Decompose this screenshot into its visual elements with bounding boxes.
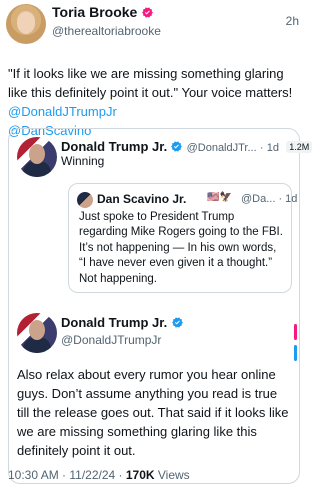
quoted-tweet-text: Also relax about every rumor you hear on…	[17, 367, 289, 458]
avatar[interactable]	[6, 4, 46, 44]
tweet-time[interactable]: 2h	[286, 14, 299, 28]
timestamp[interactable]: 10:30 AM · 11/22/24 ·	[8, 468, 126, 482]
author-name-text[interactable]: Toria Brooke	[52, 4, 137, 20]
author-name-text[interactable]: Dan Scavino Jr.	[97, 192, 186, 206]
author-handle-text[interactable]: @DonaldJTr...	[187, 142, 257, 154]
views-count: 170K	[125, 468, 155, 482]
nested-quoted-tweet-card[interactable]: Dan Scavino Jr. 🇺🇸🦅 @Da... · 1d Just spo…	[68, 183, 297, 293]
flag-eagle-emoji: 🇺🇸🦅	[207, 192, 232, 203]
separator-dot: ·	[259, 142, 264, 154]
verified-badge-icon	[171, 141, 183, 152]
verified-badge-icon	[142, 7, 154, 18]
quoted-tweet-card[interactable]: Donald Trump Jr. @DonaldJTr... · 1d 1.2M…	[8, 128, 313, 484]
verified-badge-icon	[171, 317, 183, 328]
mention-link[interactable]: @DonaldJTrumpJr	[8, 104, 117, 119]
tweet-author-handle[interactable]: @therealtoriabrooke	[52, 24, 161, 38]
nested-tweet-text: Just spoke to President Trump regarding …	[79, 211, 283, 285]
avatar[interactable]	[17, 137, 57, 177]
tweet-author-name[interactable]: Toria Brooke	[52, 4, 154, 20]
author-handle-text[interactable]: @DonaldJTrumpJr	[61, 333, 161, 347]
avatar[interactable]	[17, 313, 57, 353]
views-label: Views	[154, 468, 190, 482]
tweet-footer: 10:30 AM · 11/22/24 · 170K Views	[8, 468, 190, 482]
author-handle-text[interactable]: @Da... · 1d	[241, 193, 297, 205]
tweet-time[interactable]: 1d	[267, 142, 279, 154]
quoted-tweet-header[interactable]: Donald Trump Jr.	[61, 315, 184, 330]
author-name-text[interactable]: Donald Trump Jr.	[61, 139, 167, 154]
quoted-tweet-header: Donald Trump Jr. @DonaldJTr... · 1d 1.2M	[61, 139, 313, 154]
author-name-text[interactable]: Donald Trump Jr.	[61, 315, 167, 330]
quoted-tweet-text: Winning	[61, 154, 105, 168]
views-badge: 1.2M	[286, 141, 313, 153]
scroll-marker-blue	[294, 345, 297, 361]
avatar[interactable]	[77, 192, 93, 208]
tweet-text-body: "If it looks like we are missing somethi…	[8, 66, 293, 100]
scroll-marker-pink	[294, 324, 297, 340]
